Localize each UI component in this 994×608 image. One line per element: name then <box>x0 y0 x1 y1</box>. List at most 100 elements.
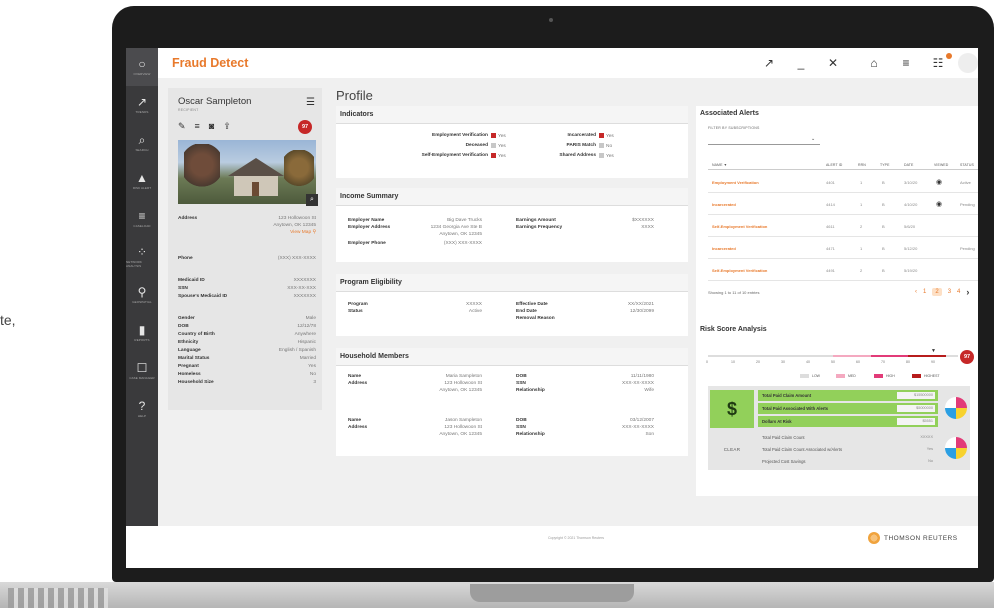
alert-type: B <box>882 180 885 185</box>
rail-geospatial-label: GEOSPATIAL <box>132 300 152 304</box>
alert-name-link[interactable]: Employment Verification <box>712 180 759 185</box>
edit-icon[interactable]: ✎ <box>178 121 186 132</box>
alert-name-link[interactable]: Self-Employment Verification <box>712 268 767 273</box>
page-number[interactable]: 4 <box>957 289 960 295</box>
address-label: Address <box>178 216 198 221</box>
member-ssn-label: SSN <box>516 425 526 430</box>
indicator-label: Self-Employment Verification <box>421 153 488 158</box>
rail-search[interactable]: ⌕ SEARCH <box>126 124 158 162</box>
alert-name-link[interactable]: Incarcerated <box>712 246 736 251</box>
summary-row: Total Paid Claim Count Associated w/Aler… <box>758 444 938 455</box>
filter-select[interactable] <box>708 133 820 145</box>
footer: Copyright © 2021 Thomson Reuters THOMSON… <box>158 526 978 568</box>
indicator-flag-icon <box>599 143 604 148</box>
view-map-link[interactable]: View Map ⚲ <box>290 230 316 236</box>
hamburger-menu-icon[interactable]: ☰ <box>306 97 315 108</box>
rail-network[interactable]: ⁘ NETWORK ANALYSIS <box>126 238 158 276</box>
employer-address-label: Employer Address <box>348 225 391 230</box>
summary-value: $15500000 <box>897 392 935 399</box>
open-external-icon[interactable]: ↗ <box>758 52 780 74</box>
indicator-label: Incarcerated <box>567 133 596 138</box>
zoom-icon[interactable]: ⌕ <box>306 194 318 206</box>
cropped-text: te, <box>0 312 16 328</box>
legend-swatch <box>912 374 921 378</box>
chevron-down-icon[interactable]: ⌄ <box>811 136 815 142</box>
alert-row[interactable]: Incarcerated 4414 1 B 4/10/20 ◉ Pending <box>708 194 978 215</box>
alert-row[interactable]: Self-Employment Verification 4491 2 B 5/19/2… <box>708 260 978 281</box>
address-line1: 123 Hollowoon St <box>278 216 316 221</box>
scale-tick: 40 <box>806 360 810 364</box>
panel-header: Program Eligibility <box>336 274 688 292</box>
pie-chart-icon <box>944 396 968 420</box>
summary-value: No <box>928 459 933 463</box>
dob-label: DOB <box>178 324 189 329</box>
rail-caseload[interactable]: ≡ CASELOAD <box>126 200 158 238</box>
employer-phone-value: (XXX) XXX-XXXX <box>443 241 482 246</box>
spouse-value: XXXXXXX <box>293 294 316 299</box>
summary-label: Total Paid Claim Amount <box>762 393 812 398</box>
scale-tick: 90 <box>931 360 935 364</box>
close-icon[interactable]: ✕ <box>822 52 844 74</box>
risk-score-badge: 97 <box>960 350 974 364</box>
list-icon[interactable]: ≡ <box>895 52 917 74</box>
eye-icon[interactable]: ◉ <box>936 200 942 208</box>
dob-value: 12/12/78 <box>297 324 316 329</box>
notes-icon[interactable]: ≡ <box>195 121 200 132</box>
alert-type: B <box>882 202 885 207</box>
current-page[interactable]: 2 <box>932 288 942 296</box>
household-title: Household Members <box>340 353 409 360</box>
removal-label: Removal Reason <box>516 316 555 321</box>
rail-geospatial[interactable]: ⚲ GEOSPATIAL <box>126 276 158 314</box>
rail-network-label: NETWORK ANALYSIS <box>126 260 143 268</box>
document-icon[interactable]: ◙ <box>209 121 214 132</box>
alert-row[interactable]: Employment Verification 4401 1 B 3/10/20 ◉ Act… <box>708 172 978 193</box>
alert-name-link[interactable]: Incarcerated <box>712 202 736 207</box>
member-relationship-label: Relationship <box>516 388 545 393</box>
export-icon[interactable]: ⇪ <box>223 121 231 132</box>
scale-tick: 10 <box>731 360 735 364</box>
rail-risk-alert[interactable]: ▲ RISK ALERT <box>126 162 158 200</box>
scale-tick: 80 <box>906 360 910 364</box>
rail-help[interactable]: ? HELP <box>126 390 158 428</box>
alert-status: Active <box>960 180 971 185</box>
rail-overview[interactable]: ○ OVERVIEW <box>126 48 158 86</box>
avatar[interactable] <box>958 53 978 73</box>
prev-page-button[interactable]: ‹ <box>915 289 917 295</box>
next-page-button[interactable]: › <box>966 287 969 297</box>
column-header[interactable]: NAME ▼ <box>712 163 727 167</box>
risk-summary: $ CLEAR Total Paid Claim Amount $15500000… <box>708 386 970 470</box>
alert-row[interactable]: Self-Employment Verification 4611 2 B 5/6/20 <box>708 216 978 237</box>
scale-tick: 60 <box>856 360 860 364</box>
rail-case-manager[interactable]: ☐ CASE MANAGER <box>126 352 158 390</box>
stage: te, ○ OVERVIEW ↗ TRENDS ⌕ SEARCH ▲ RISK ALERT ≡ C… <box>0 0 994 608</box>
app-title: Fraud Detect <box>172 56 249 70</box>
rail-trends[interactable]: ↗ TRENDS <box>126 86 158 124</box>
indicator-label: Employment Verification <box>432 133 488 138</box>
language-label: Language <box>178 348 201 353</box>
legend-label: HIGHEST <box>924 374 940 378</box>
scale-marker-icon: ▼ <box>931 348 936 354</box>
briefcase-icon[interactable]: ⌂ <box>863 52 885 74</box>
alert-name-link[interactable]: Self-Employment Verification <box>712 224 767 229</box>
rail-reports[interactable]: ▮ REPORTS <box>126 314 158 352</box>
country-value: Anywhere <box>294 332 316 337</box>
rail-reports-icon: ▮ <box>138 323 146 337</box>
status-label: Status <box>348 309 363 314</box>
page-number[interactable]: 1 <box>923 289 926 295</box>
program-label: Program <box>348 302 368 307</box>
pager-text: Showing 1 to 11 of 10 entries <box>708 290 760 295</box>
summary-row: Total Paid Claim Count XXXXX <box>758 432 938 443</box>
risk-scale-segment <box>870 355 908 357</box>
page-number[interactable]: 3 <box>948 289 951 295</box>
eye-icon[interactable]: ◉ <box>936 178 942 186</box>
summary-row: Total Paid Claim Amount $15500000 <box>758 390 938 401</box>
marital-label: Marital Status <box>178 356 210 361</box>
pie-slice <box>945 397 956 408</box>
gender-value: Male <box>305 316 316 321</box>
summary-label: Total Paid Claim Count <box>762 435 805 440</box>
minimize-icon[interactable]: _ <box>790 52 812 74</box>
alert-row[interactable]: Incarcerated 4471 1 B 5/12/20 Pending <box>708 238 978 259</box>
indicators-panel: Indicators Employment Verification Yes Dec… <box>336 106 688 178</box>
tree-shape <box>284 150 314 194</box>
risk-scale-segment <box>908 355 946 357</box>
